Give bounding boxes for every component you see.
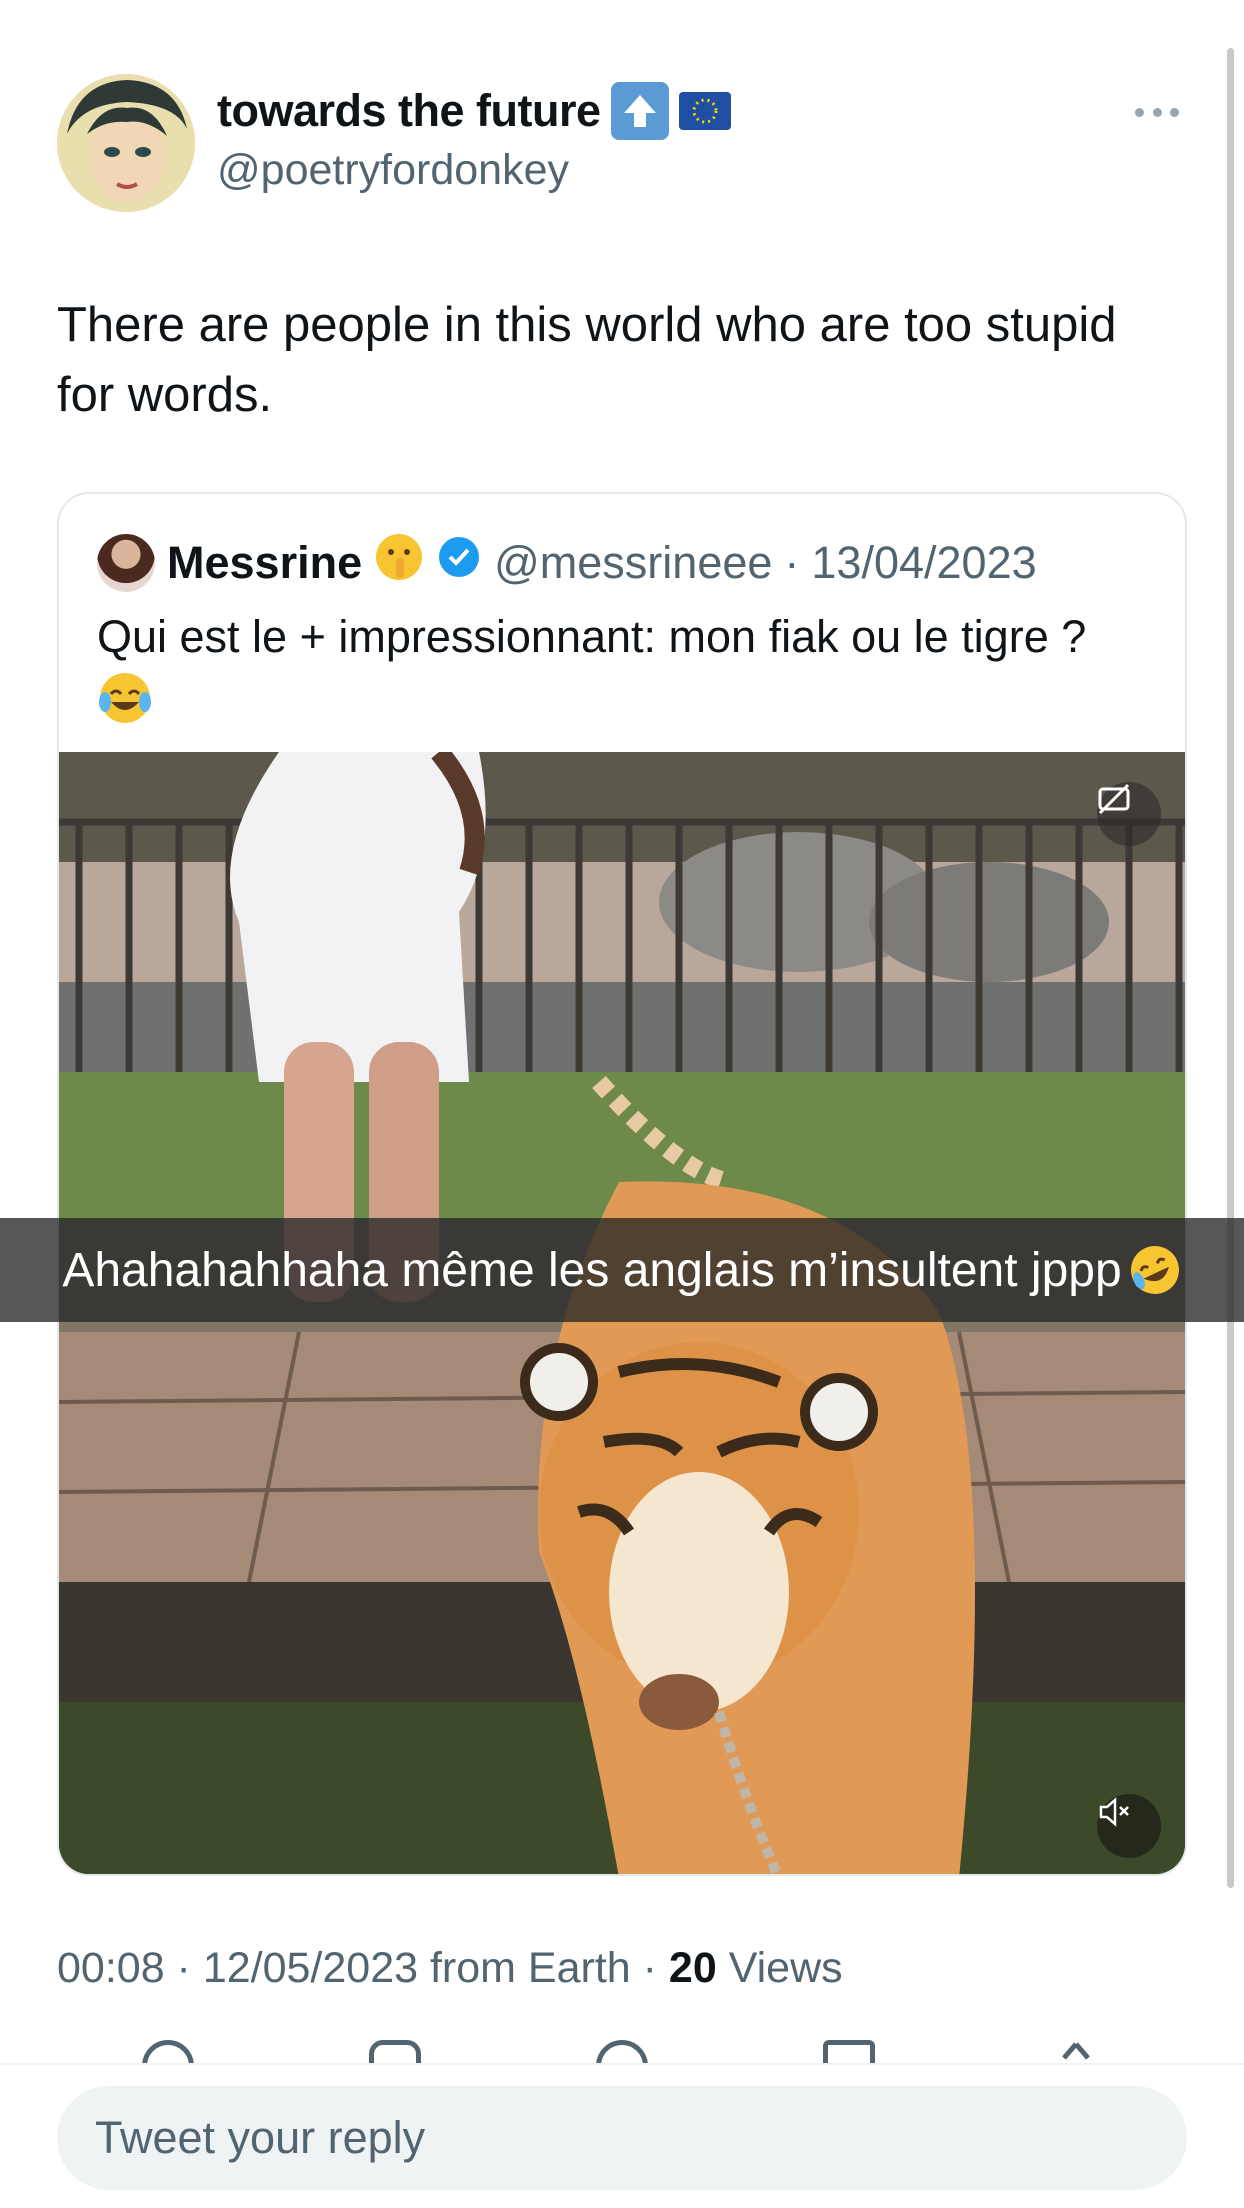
quoted-author-handle[interactable]: @messrineee [494, 537, 772, 589]
author-avatar[interactable] [57, 74, 195, 212]
eu-flag-icon [678, 92, 731, 130]
quoted-author-name[interactable]: Messrine [167, 537, 362, 589]
views-label: Views [716, 1944, 843, 1992]
tweet-text: There are people in this world who are t… [57, 298, 1117, 422]
tweet-header: towards the future @poetryfordonkey [57, 74, 1187, 214]
verified-badge-icon [436, 534, 482, 591]
author-names: towards the future @poetryfordonkey [217, 82, 793, 195]
author-handle[interactable]: @poetryfordonkey [217, 146, 793, 195]
scrollbar[interactable] [1227, 48, 1234, 1888]
quoted-text-content: Qui est le + impressionnant: mon fiak ou… [97, 611, 1087, 662]
bookmark-icon[interactable] [823, 2040, 875, 2064]
reply-icon[interactable] [142, 2040, 194, 2064]
overlay-caption-text: Ahahahahhaha même les anglais m’insulten… [62, 1243, 1122, 1297]
rolling-laughing-emoji-icon [1128, 1243, 1182, 1297]
captions-icon[interactable] [1097, 782, 1161, 846]
reply-placeholder: Tweet your reply [95, 2112, 426, 2163]
reply-input[interactable]: Tweet your reply [57, 2086, 1187, 2190]
quoted-author-avatar[interactable] [97, 533, 155, 592]
divider [0, 2063, 1244, 2065]
action-bar [57, 2040, 1187, 2064]
up-arrow-emoji-icon [610, 82, 669, 140]
quoted-tweet-header: Messrine @messrineee · 13/04/2023 [97, 532, 1037, 593]
overlay-caption-bar: Ahahahahhaha même les anglais m’insulten… [0, 1218, 1244, 1322]
like-icon[interactable] [596, 2040, 648, 2064]
views-count: 20 [668, 1944, 717, 1992]
shushing-face-emoji-icon [374, 532, 424, 593]
retweet-icon[interactable] [369, 2040, 421, 2064]
author-display-name[interactable]: towards the future [217, 85, 601, 137]
tears-of-joy-emoji-icon [97, 673, 153, 736]
quoted-separator: · [784, 536, 800, 588]
tweet-meta: 00:08 · 12/05/2023 from Earth · 20 Views [57, 1944, 843, 1993]
author-display-name-row[interactable]: towards the future [217, 82, 793, 140]
quoted-tweet-text: Qui est le + impressionnant: mon fiak ou… [97, 604, 1157, 744]
share-icon[interactable] [1050, 2040, 1102, 2064]
france-flag-icon [741, 92, 793, 130]
more-options-icon[interactable] [1127, 92, 1187, 132]
quoted-tweet-card[interactable]: Messrine @messrineee · 13/04/2023 Qui es… [57, 492, 1187, 1876]
quoted-date[interactable]: 13/04/2023 [811, 537, 1036, 589]
tweet-timestamp[interactable]: 00:08 · 12/05/2023 from Earth · [57, 1944, 669, 1992]
mute-icon[interactable] [1097, 1794, 1161, 1858]
